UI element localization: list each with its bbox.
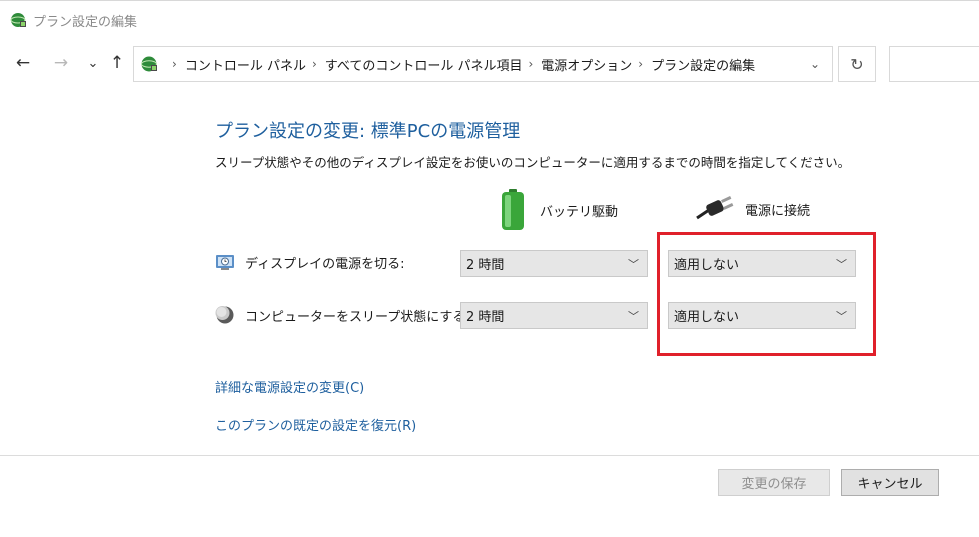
refresh-button[interactable]: ↻ <box>838 46 876 82</box>
display-off-label-text: ディスプレイの電源を切る: <box>245 256 405 272</box>
breadcrumb-item-power-options[interactable]: 電源オプション <box>541 55 632 74</box>
chevron-down-icon: ﹀ <box>628 257 639 271</box>
footer-divider <box>0 455 979 456</box>
address-dropdown-icon[interactable]: ⌄ <box>806 55 824 73</box>
power-options-icon <box>10 13 26 27</box>
title-bar: プラン設定の編集 <box>0 1 979 37</box>
window-title: プラン設定の編集 <box>33 15 138 30</box>
display-off-battery-select[interactable]: 2 時間 ﹀ <box>460 250 648 277</box>
search-input[interactable] <box>889 46 979 82</box>
battery-column-label: バッテリ駆動 <box>540 204 619 220</box>
address-bar[interactable]: › コントロール パネル › すべてのコントロール パネル項目 › 電源オプショ… <box>133 46 833 82</box>
save-changes-button[interactable]: 変更の保存 <box>718 469 830 496</box>
sleep-moon-icon <box>215 306 234 324</box>
sleep-battery-select[interactable]: 2 時間 ﹀ <box>460 302 648 329</box>
restore-defaults-link[interactable]: このプランの既定の設定を復元(R) <box>215 415 416 434</box>
sleep-setting-label: コンピューターをスリープ状態にする: <box>215 305 470 325</box>
breadcrumb-separator[interactable]: › <box>312 57 317 71</box>
sleep-battery-value: 2 時間 <box>466 310 505 325</box>
control-panel-icon <box>141 56 157 72</box>
up-arrow-icon[interactable]: ↑ <box>106 52 128 74</box>
display-off-battery-value: 2 時間 <box>466 258 505 273</box>
page-description: スリープ状態やその他のディスプレイ設定をお使いのコンピューターに適用するまでの時… <box>215 155 851 170</box>
breadcrumb-separator[interactable]: › <box>638 57 643 71</box>
battery-column-header: バッテリ駆動 <box>500 188 618 232</box>
breadcrumb: › コントロール パネル › すべてのコントロール パネル項目 › 電源オプショ… <box>166 55 755 74</box>
display-off-setting-label: ディスプレイの電源を切る: <box>215 252 404 272</box>
plugged-in-column-label: 電源に接続 <box>745 203 811 219</box>
recent-locations-chevron-icon[interactable]: ⌄ <box>82 52 104 74</box>
battery-icon <box>502 189 524 230</box>
breadcrumb-separator: › <box>172 57 177 71</box>
back-arrow-icon[interactable]: ← <box>12 52 34 74</box>
highlight-box <box>657 232 876 356</box>
display-icon <box>216 255 234 270</box>
sleep-label-text: コンピューターをスリープ状態にする: <box>245 309 470 325</box>
plugged-in-column-header: 電源に接続 <box>695 196 810 222</box>
breadcrumb-item-all-items[interactable]: すべてのコントロール パネル項目 <box>325 55 523 74</box>
breadcrumb-item-edit-plan[interactable]: プラン設定の編集 <box>651 55 755 74</box>
refresh-icon: ↻ <box>850 54 864 74</box>
breadcrumb-separator[interactable]: › <box>528 57 533 71</box>
chevron-down-icon: ﹀ <box>628 309 639 323</box>
power-plug-icon <box>696 196 734 220</box>
cancel-button[interactable]: キャンセル <box>841 469 939 496</box>
navigation-bar: ← → ⌄ ↑ › コントロール パネル › すべてのコントロール パネル項目 … <box>0 38 979 90</box>
page-title: プラン設定の変更: 標準PCの電源管理 <box>215 121 521 142</box>
forward-arrow-icon[interactable]: → <box>50 52 72 74</box>
advanced-power-settings-link[interactable]: 詳細な電源設定の変更(C) <box>215 377 364 396</box>
breadcrumb-item-control-panel[interactable]: コントロール パネル <box>185 55 306 74</box>
